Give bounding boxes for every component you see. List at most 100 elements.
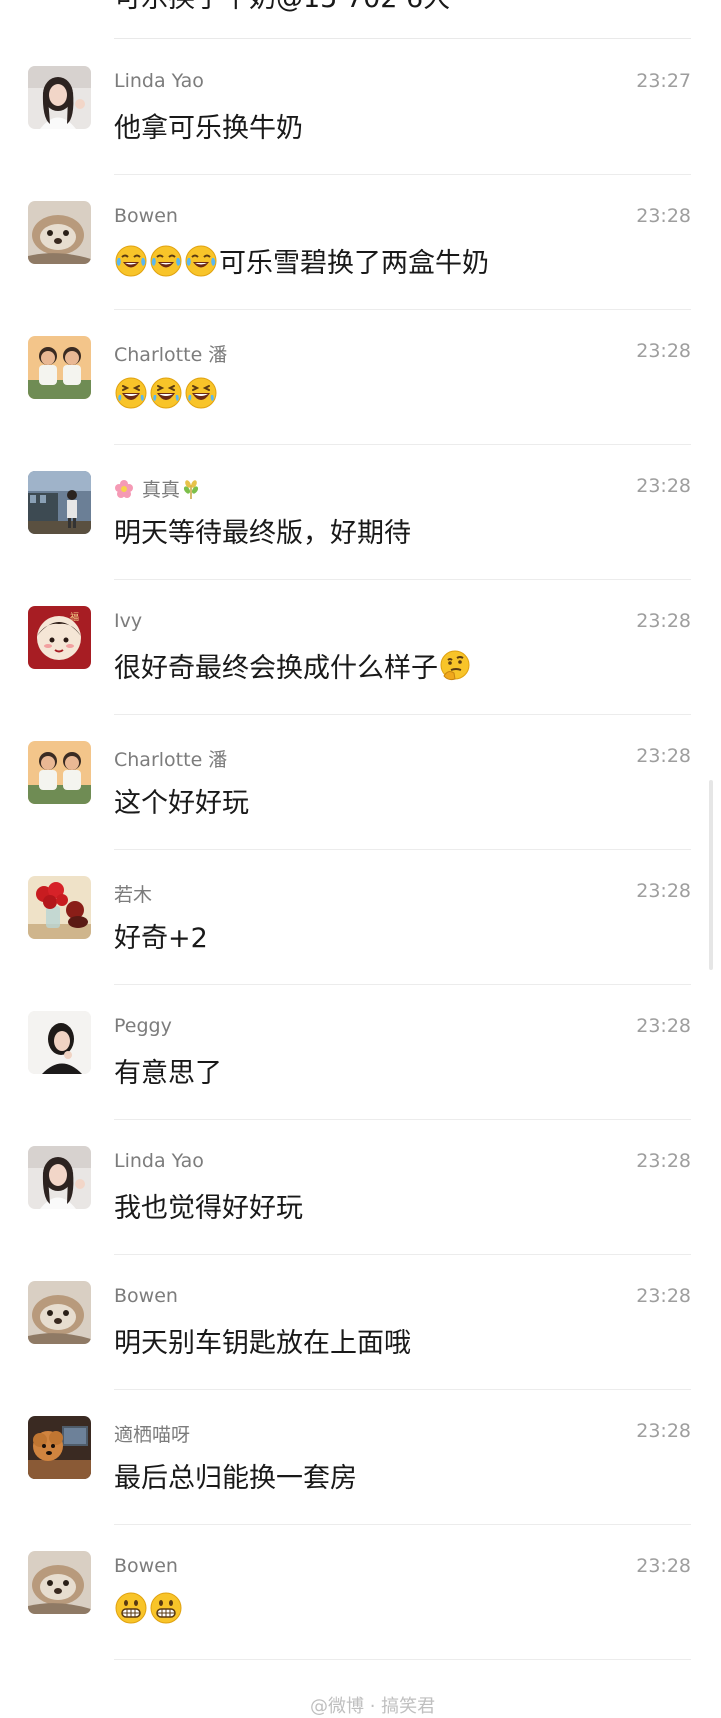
chat-message[interactable]: 真真 23:28 明天等待最终版，好期待 — [0, 445, 721, 580]
sender-name[interactable]: Linda Yao — [114, 70, 204, 92]
sender-name[interactable]: 真真 — [114, 475, 200, 502]
previous-message-fragment: 可乐换了牛奶@15 702 6大 — [114, 0, 450, 15]
chat-message[interactable]: Bowen 23:28 可乐雪碧换了两盒牛奶 — [0, 175, 721, 310]
sender-name-text: Linda Yao — [114, 1150, 204, 1172]
sender-name-text: Peggy — [114, 1015, 172, 1037]
sender-name[interactable]: Ivy — [114, 610, 142, 632]
message-time: 23:28 — [636, 1015, 691, 1037]
scrollbar[interactable] — [709, 780, 713, 970]
message-text — [114, 376, 219, 410]
chat-message[interactable]: Charlotte 潘 23:28 这个好好玩 — [0, 715, 721, 850]
chat-message[interactable]: Linda Yao 23:27 他拿可乐换牛奶 — [0, 40, 721, 175]
sender-name-text: Bowen — [114, 205, 178, 227]
linda-avatar[interactable] — [28, 1146, 91, 1209]
laugh-cry-emoji-icon — [114, 244, 148, 278]
laugh-cry-emoji-icon — [149, 244, 183, 278]
message-text: 明天别车钥匙放在上面哦 — [114, 1321, 411, 1360]
chat-message[interactable]: 適栖喵呀 23:28 最后总归能换一套房 — [0, 1390, 721, 1525]
message-time: 23:27 — [636, 70, 691, 92]
roses-avatar[interactable] — [28, 876, 91, 939]
wheat-icon — [182, 479, 200, 499]
divider — [114, 38, 691, 39]
sender-name-text: Linda Yao — [114, 70, 204, 92]
message-text-content: 好奇+2 — [114, 923, 208, 954]
dog-avatar[interactable] — [28, 1551, 91, 1614]
message-text: 这个好好玩 — [114, 781, 249, 820]
sender-name-text: Charlotte 潘 — [114, 344, 228, 366]
chat-message[interactable]: Bowen 23:28 — [0, 1525, 721, 1660]
chat-message[interactable]: 若木 23:28 好奇+2 — [0, 850, 721, 985]
grinning-emoji-icon — [149, 1591, 183, 1625]
sender-name-text: Bowen — [114, 1285, 178, 1307]
sender-name[interactable]: Bowen — [114, 205, 178, 227]
message-text — [114, 1591, 184, 1625]
message-text: 很好奇最终会换成什么样子 — [114, 646, 473, 685]
message-text: 他拿可乐换牛奶 — [114, 106, 303, 145]
sender-name[interactable]: Bowen — [114, 1285, 178, 1307]
flower-icon — [114, 479, 134, 499]
street-avatar[interactable] — [28, 471, 91, 534]
message-text: 最后总归能换一套房 — [114, 1456, 357, 1495]
linda-avatar[interactable] — [28, 66, 91, 129]
chat-message[interactable]: Peggy 23:28 有意思了 — [0, 985, 721, 1120]
message-time: 23:28 — [636, 880, 691, 902]
message-text: 好奇+2 — [114, 916, 208, 955]
sender-name[interactable]: Charlotte 潘 — [114, 745, 227, 772]
message-time: 23:28 — [636, 745, 691, 767]
laugh-cry-emoji-icon — [184, 244, 218, 278]
sender-name-text: 適栖喵呀 — [114, 1424, 191, 1446]
message-time: 23:28 — [636, 1285, 691, 1307]
sender-name[interactable]: Bowen — [114, 1555, 178, 1577]
thinking-emoji-icon — [438, 649, 472, 683]
message-text-content: 可乐雪碧换了两盒牛奶 — [219, 248, 489, 279]
message-time: 23:28 — [636, 1150, 691, 1172]
message-time: 23:28 — [636, 1420, 691, 1442]
message-text-content: 明天等待最终版，好期待 — [114, 518, 411, 549]
message-time: 23:28 — [636, 610, 691, 632]
message-text: 明天等待最终版，好期待 — [114, 511, 411, 550]
sender-name[interactable]: Charlotte 潘 — [114, 340, 227, 367]
chat-message[interactable]: Bowen 23:28 明天别车钥匙放在上面哦 — [0, 1255, 721, 1390]
sender-name-text: 真真 — [142, 479, 181, 501]
sender-name[interactable]: Peggy — [114, 1015, 172, 1037]
message-text-content: 我也觉得好好玩 — [114, 1193, 303, 1224]
laughing-emoji-icon — [149, 376, 183, 410]
chat-message[interactable]: Charlotte 潘 23:28 — [0, 310, 721, 445]
red-cartoon-avatar[interactable]: 福 — [28, 606, 91, 669]
message-text-content: 明天别车钥匙放在上面哦 — [114, 1328, 411, 1359]
message-text-content: 有意思了 — [114, 1058, 222, 1089]
message-time: 23:28 — [636, 340, 691, 362]
message-time: 23:28 — [636, 475, 691, 497]
sender-name-text: Ivy — [114, 610, 143, 632]
poodle-avatar[interactable] — [28, 1416, 91, 1479]
laughing-emoji-icon — [184, 376, 218, 410]
chat-message[interactable]: 福 Ivy 23:28 很好奇最终会换成什么样子 — [0, 580, 721, 715]
message-text: 可乐雪碧换了两盒牛奶 — [114, 241, 489, 280]
chat-message[interactable]: Linda Yao 23:28 我也觉得好好玩 — [0, 1120, 721, 1255]
message-text-content: 他拿可乐换牛奶 — [114, 113, 303, 144]
grinning-emoji-icon — [114, 1591, 148, 1625]
message-time: 23:28 — [636, 1555, 691, 1577]
divider — [114, 1659, 691, 1660]
peggy-avatar[interactable] — [28, 1011, 91, 1074]
chat-message-list[interactable]: Linda Yao 23:27 他拿可乐换牛奶 Bowen 23:28 可乐雪碧换了两盒牛… — [0, 40, 721, 1660]
dog-avatar[interactable] — [28, 1281, 91, 1344]
message-text: 我也觉得好好玩 — [114, 1186, 303, 1225]
kids-avatar[interactable] — [28, 336, 91, 399]
message-text-content: 最后总归能换一套房 — [114, 1463, 357, 1494]
sender-name[interactable]: 適栖喵呀 — [114, 1420, 190, 1447]
sender-name[interactable]: Linda Yao — [114, 1150, 204, 1172]
sender-name[interactable]: 若木 — [114, 880, 152, 907]
watermark: @微博 · 搞笑君 — [310, 1696, 436, 1717]
laughing-emoji-icon — [114, 376, 148, 410]
message-text: 有意思了 — [114, 1051, 222, 1090]
message-text-content: 这个好好玩 — [114, 788, 249, 819]
sender-name-text: Bowen — [114, 1555, 178, 1577]
message-time: 23:28 — [636, 205, 691, 227]
svg-text:福: 福 — [70, 611, 79, 623]
sender-name-text: Charlotte 潘 — [114, 749, 228, 771]
message-text-content: 很好奇最终会换成什么样子 — [114, 653, 438, 684]
sender-name-text: 若木 — [114, 884, 153, 906]
kids-avatar[interactable] — [28, 741, 91, 804]
dog-avatar[interactable] — [28, 201, 91, 264]
